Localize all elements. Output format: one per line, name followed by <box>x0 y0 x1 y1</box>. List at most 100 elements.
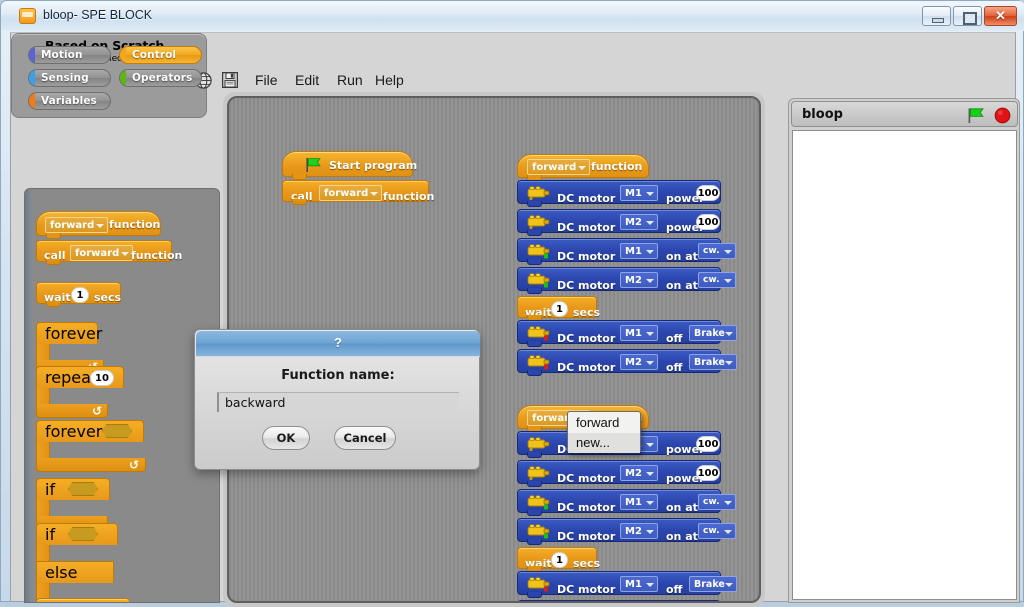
motor-brake-dropdown[interactable]: Brake <box>689 325 737 341</box>
green-flag-icon[interactable] <box>967 107 985 124</box>
script-block-motor-on-m1-2[interactable]: DC motor M1 on at cw. <box>517 489 736 516</box>
dialog-titlebar: ? <box>196 331 480 357</box>
menu-run[interactable]: Run <box>337 72 363 88</box>
motor-power-input[interactable]: 100 <box>696 185 720 201</box>
loop-arrow-icon: ↺ <box>129 458 140 472</box>
category-button-sensing[interactable]: Sensing <box>28 69 111 87</box>
palette-block-wait-until[interactable]: wait until <box>36 598 130 602</box>
palette-block-define-function[interactable]: forward function <box>36 211 161 239</box>
cancel-button[interactable]: Cancel <box>334 426 396 450</box>
repeat-count-input[interactable]: 10 <box>90 370 114 386</box>
category-label: Variables <box>41 95 97 107</box>
dc-motor-icon <box>527 495 550 510</box>
block-label-dc-motor: DC motor <box>557 530 616 543</box>
script-block-motor-off-m1[interactable]: DC motor M1 off Brake <box>517 320 737 347</box>
menu-edit[interactable]: Edit <box>295 72 319 88</box>
script-block-wait-secs-2[interactable]: wait 1 secs <box>517 547 600 572</box>
dc-motor-icon <box>527 437 550 452</box>
ok-button[interactable]: OK <box>262 426 310 450</box>
dropdown-item-new[interactable]: new... <box>568 433 640 453</box>
motor-brake-dropdown[interactable]: Brake <box>689 354 737 370</box>
close-button[interactable]: ✕ <box>984 6 1017 26</box>
dc-motor-icon <box>527 215 550 230</box>
category-label: Motion <box>41 49 83 61</box>
menu-file[interactable]: File <box>255 72 278 88</box>
wait-seconds-input[interactable]: 1 <box>71 287 89 303</box>
script-block-motor-on-m2[interactable]: DC motor M2 on at cw. <box>517 267 736 294</box>
script-hat-function-1[interactable]: forward function <box>517 154 649 181</box>
palette-block-wait-secs[interactable]: wait 1 secs <box>36 282 121 307</box>
motor-direction-dropdown[interactable]: cw. <box>698 243 736 259</box>
dc-motor-icon <box>527 273 550 288</box>
block-label-wait: wait <box>44 291 71 304</box>
category-button-operators[interactable]: Operators <box>119 69 202 87</box>
dc-motor-icon <box>527 244 550 259</box>
minimize-button[interactable] <box>922 6 951 26</box>
wait-seconds-input[interactable]: 1 <box>551 301 568 317</box>
function-name-dropdown[interactable]: forward <box>70 245 134 261</box>
motor-port-dropdown[interactable]: M2 <box>620 523 658 539</box>
function-name-dropdown[interactable]: forward <box>45 217 109 233</box>
category-color-bar <box>29 47 35 63</box>
motor-direction-dropdown[interactable]: cw. <box>698 523 736 539</box>
boolean-slot[interactable] <box>102 424 132 438</box>
script-block-motor-off-m1-2[interactable]: DC motor M1 off Brake <box>517 571 737 598</box>
category-button-variables[interactable]: Variables <box>28 92 111 110</box>
block-label-suffix: function <box>131 249 183 262</box>
loop-arrow-icon: ↺ <box>92 404 103 418</box>
dc-motor-icon <box>527 186 550 201</box>
motor-direction-dropdown[interactable]: cw. <box>698 272 736 288</box>
script-block-wait-secs-1[interactable]: wait 1 secs <box>517 296 600 321</box>
block-label-action: on at <box>666 501 698 514</box>
category-button-motion[interactable]: Motion <box>28 46 111 64</box>
motor-port-dropdown[interactable]: M2 <box>620 465 658 481</box>
wait-seconds-input[interactable]: 1 <box>551 552 568 568</box>
floppy-disk-save-icon[interactable] <box>222 72 238 88</box>
menu-help[interactable]: Help <box>375 72 404 88</box>
c-arm <box>36 388 50 404</box>
dropdown-item-forward[interactable]: forward <box>568 413 640 433</box>
motor-power-input[interactable]: 100 <box>696 465 720 481</box>
palette-block-call-function[interactable]: call forward function <box>36 240 182 265</box>
boolean-slot[interactable] <box>68 482 98 496</box>
script-block-motor-off-m2[interactable]: DC motor M2 off Brake <box>517 349 737 376</box>
function-dropdown-menu[interactable]: forward new... <box>567 411 641 453</box>
motor-port-dropdown[interactable]: M1 <box>620 243 658 259</box>
motor-brake-dropdown[interactable]: Brake <box>689 576 737 592</box>
script-hat-start-program[interactable]: Start program <box>282 151 417 180</box>
block-label-action: off <box>666 332 683 345</box>
motor-port-dropdown[interactable]: M1 <box>620 325 658 341</box>
motor-port-dropdown[interactable]: M2 <box>620 272 658 288</box>
motor-port-dropdown[interactable]: M1 <box>620 576 658 592</box>
function-name-dropdown[interactable]: forward <box>319 185 383 201</box>
motor-port-dropdown[interactable]: M1 <box>620 185 658 201</box>
window-title: bloop- SPE BLOCK <box>43 8 153 22</box>
motor-power-input[interactable]: 100 <box>696 214 720 230</box>
block-palette[interactable]: forward function call forward function w… <box>24 188 220 603</box>
script-block-call-function[interactable]: call forward function <box>282 180 434 205</box>
stop-sign-icon[interactable] <box>994 107 1011 124</box>
function-name-dropdown[interactable]: forward <box>527 159 591 175</box>
block-label-action: off <box>666 361 683 374</box>
maximize-icon <box>954 7 981 25</box>
script-block-motor-on-m2-2[interactable]: DC motor M2 on at cw. <box>517 518 736 545</box>
motor-port-dropdown[interactable]: M2 <box>620 354 658 370</box>
boolean-slot[interactable] <box>68 527 98 541</box>
script-block-motor-power-m2-2[interactable]: DC motor M2 power 100 <box>517 460 721 487</box>
palette-scroll-rail[interactable] <box>25 189 31 602</box>
script-block-motor-power-m2[interactable]: DC motor M2 power 100 <box>517 209 721 236</box>
c-arm <box>36 442 50 458</box>
motor-direction-dropdown[interactable]: cw. <box>698 494 736 510</box>
maximize-button[interactable] <box>953 6 982 26</box>
c-arm <box>36 344 50 360</box>
category-button-control[interactable]: Control <box>119 46 202 64</box>
block-label-dc-motor: DC motor <box>557 192 616 205</box>
block-label-dc-motor: DC motor <box>557 250 616 263</box>
motor-port-dropdown[interactable]: M2 <box>620 214 658 230</box>
stage-canvas[interactable] <box>792 130 1017 600</box>
motor-port-dropdown[interactable]: M1 <box>620 494 658 510</box>
function-name-input[interactable] <box>217 392 459 412</box>
script-block-motor-on-m1[interactable]: DC motor M1 on at cw. <box>517 238 736 265</box>
script-block-motor-power-m1[interactable]: DC motor M1 power 100 <box>517 180 721 207</box>
motor-power-input[interactable]: 100 <box>696 436 720 452</box>
